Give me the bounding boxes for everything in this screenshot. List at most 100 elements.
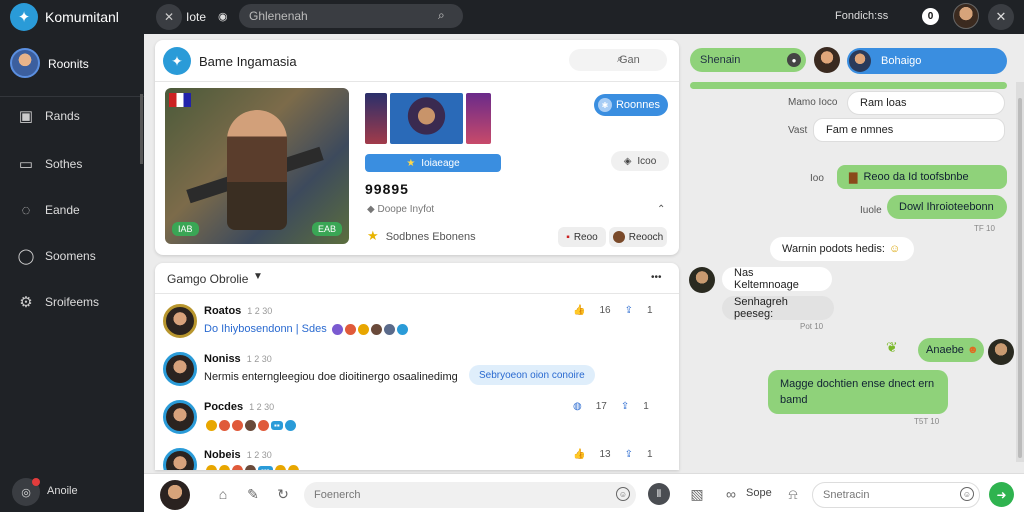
reply-icon[interactable]: ◍: [573, 401, 582, 412]
bottom-profile-label[interactable]: Anoile: [47, 485, 78, 497]
message-bubble[interactable]: Magge dochtien ense dnect ern bamd: [768, 370, 948, 414]
link-icon[interactable]: ∞: [722, 485, 740, 503]
thumbnail-3[interactable]: [466, 93, 491, 144]
sidebar-item-rands[interactable]: ▣ Rands: [0, 98, 140, 134]
emoji-icon[interactable]: ☺: [616, 487, 630, 501]
tools-icon[interactable]: ✕: [156, 4, 182, 30]
sidebar-item-soomens[interactable]: ◯ Soomens: [0, 238, 140, 274]
like-icon[interactable]: 👍: [573, 449, 585, 460]
top-search-input[interactable]: Ghlenenah: [239, 4, 463, 28]
reaction-icon[interactable]: [287, 464, 299, 470]
message-bubble[interactable]: Warnin podots hedis: ☺: [770, 237, 914, 261]
reaction-icon[interactable]: [219, 419, 230, 431]
feed-row[interactable]: Noniss 1 2 30 Nermis enterngleegiou doe d…: [155, 345, 679, 393]
post-time: 1 2 30: [246, 450, 272, 460]
reaction-icon[interactable]: [232, 464, 243, 470]
composer-avatar[interactable]: [160, 480, 190, 510]
tag-badge: ▪▪: [271, 420, 283, 430]
message-bubble[interactable]: Senhagreh peeseg:: [722, 296, 834, 320]
microphone-icon[interactable]: ⦀: [648, 483, 670, 505]
sidebar-item-sroifeems[interactable]: ⚙ Sroifeems: [0, 284, 140, 320]
game-hero-image[interactable]: [165, 88, 349, 244]
share-icon[interactable]: ⇪: [625, 305, 633, 316]
reaction-icon[interactable]: [219, 464, 230, 470]
chat-search-input[interactable]: Snetracin: [812, 482, 980, 508]
author-name: Noniss: [204, 353, 241, 365]
feed-row[interactable]: Roatos 1 2 30 Do Ihiybosendonn | Sdes 👍 16…: [155, 297, 679, 345]
avatar[interactable]: [988, 339, 1014, 365]
reaction-icon[interactable]: [396, 323, 408, 335]
feed-row[interactable]: Nobeis 1 2 30 ▪▪▪ 👍 13 ⇪ 1: [155, 441, 679, 470]
search-icon[interactable]: ⌕: [438, 8, 445, 23]
share-icon[interactable]: ⇪: [625, 449, 633, 460]
reaction-icon[interactable]: [331, 323, 343, 335]
feed-row[interactable]: Pocdes 1 2 30 ▪▪ ◍ 17 ⇪ 1: [155, 393, 679, 441]
message-bubble[interactable]: Dowl Ihroioteebonn: [887, 195, 1007, 219]
reply-chip[interactable]: Sebryoeon oion conoire: [469, 365, 595, 385]
reaction-icon[interactable]: [245, 464, 256, 470]
reaction-icon[interactable]: [245, 419, 256, 431]
chevron-down-icon[interactable]: ▼: [253, 271, 263, 282]
info-button[interactable]: ◈ Icoo: [611, 151, 669, 171]
message-timestamp: Pot 10: [800, 322, 824, 331]
reaction-icon[interactable]: [206, 464, 217, 470]
notification-badge[interactable]: 0: [922, 8, 939, 25]
contact-pill[interactable]: Bohaigo: [847, 48, 1007, 74]
reaction-icon[interactable]: [232, 419, 243, 431]
sidebar-item-sothes[interactable]: ▭ Sothes: [0, 146, 140, 182]
sidebar-avatar[interactable]: [10, 48, 40, 78]
emoji-icon[interactable]: ☺: [960, 487, 974, 501]
close-icon[interactable]: ✕: [988, 4, 1014, 30]
chat-scrollbar-thumb[interactable]: [1018, 98, 1022, 458]
bell-icon[interactable]: ⍾: [784, 485, 802, 503]
avatar[interactable]: [163, 304, 197, 338]
reaction-icon[interactable]: [357, 323, 369, 335]
reaction-icon[interactable]: [383, 323, 395, 335]
hero-tag-right: EAB: [312, 222, 343, 236]
message-bubble[interactable]: Nas Keltemnoage: [722, 267, 832, 291]
message-input[interactable]: Foenerch: [304, 482, 636, 508]
avatar[interactable]: [163, 352, 197, 386]
chat-header-bar: [690, 82, 1007, 89]
avatar[interactable]: [814, 47, 840, 73]
message-bubble[interactable]: Ram loas: [847, 91, 1005, 115]
sidebar-item-eande[interactable]: ◌ Eande: [0, 192, 140, 228]
refresh-icon[interactable]: ↻: [274, 485, 292, 503]
top-bar: ✦ Komumitanl ✕ Iote ◉ Ghlenenah ⌕ Fondic…: [0, 0, 1024, 34]
reaction-icon[interactable]: [258, 419, 269, 431]
more-icon[interactable]: •••: [651, 272, 662, 283]
avatar[interactable]: [163, 448, 197, 470]
sidebar-scrollbar[interactable]: [140, 94, 143, 164]
record-icon[interactable]: ●: [787, 53, 801, 67]
like-icon[interactable]: 👍: [573, 305, 585, 316]
share-icon[interactable]: ⇪: [621, 401, 629, 412]
home-icon[interactable]: ⌂: [214, 485, 232, 503]
pill-button-a[interactable]: ▪ Reoo: [558, 227, 606, 247]
primary-action-button[interactable]: ★ Ioiaeage: [365, 154, 501, 172]
top-label[interactable]: Iote: [186, 10, 206, 24]
compass-icon[interactable]: ◉: [218, 10, 228, 23]
chevron-up-icon[interactable]: ⌃: [657, 204, 665, 215]
user-avatar[interactable]: [953, 3, 979, 29]
app-logo-icon[interactable]: ✦: [10, 3, 38, 31]
message-bubble[interactable]: ▇ Reoo da Id toofsbnbe: [837, 165, 1007, 189]
reaction-icon[interactable]: [206, 419, 217, 431]
reaction-icon[interactable]: [370, 323, 382, 335]
pen-icon[interactable]: ✎: [244, 485, 262, 503]
sticker-icon[interactable]: ▧: [688, 485, 706, 503]
message-bubble[interactable]: Fam e nmnes: [813, 118, 1005, 142]
emoji-icon: ☻: [966, 344, 979, 356]
reaction-icon[interactable]: [274, 464, 286, 470]
avatar[interactable]: [163, 400, 197, 434]
reaction-icon[interactable]: [284, 419, 296, 431]
message-bubble[interactable]: Anaebe ☻: [918, 338, 984, 362]
pill-button-b[interactable]: Reooch: [609, 227, 667, 247]
composer-label[interactable]: Sope: [746, 487, 772, 499]
flag-small-icon: ▪: [566, 231, 570, 243]
avatar[interactable]: [689, 267, 715, 293]
thumbnail-1[interactable]: [365, 93, 387, 144]
search-icon: ⌕: [617, 53, 624, 65]
reaction-icon[interactable]: [344, 323, 356, 335]
thumbnail-2[interactable]: [390, 93, 463, 144]
send-icon[interactable]: ➜: [989, 482, 1014, 507]
